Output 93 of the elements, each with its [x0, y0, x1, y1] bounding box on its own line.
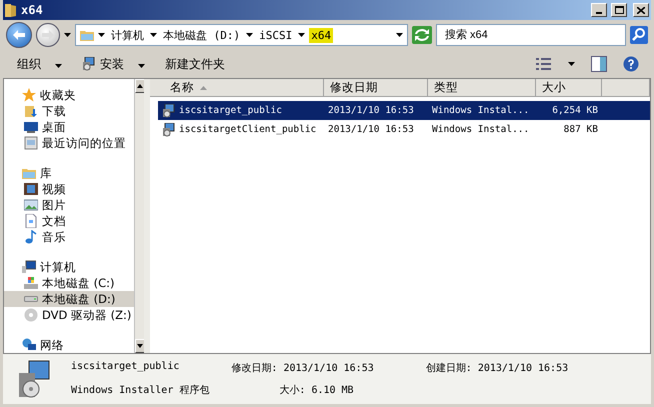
sidebar-item[interactable]: 库 [4, 165, 134, 181]
scrollbar[interactable] [134, 79, 144, 353]
folder-icon [22, 166, 36, 180]
installer-icon [17, 359, 51, 399]
install-button[interactable]: 安装 [80, 54, 147, 74]
caret-icon [246, 33, 254, 37]
document-icon [24, 214, 38, 228]
disc-icon [24, 308, 38, 322]
sidebar-item[interactable]: 下载 [4, 103, 134, 119]
modified-date: 修改日期: 2013/1/10 16:53 [231, 362, 374, 375]
help-icon[interactable] [623, 56, 639, 72]
film-icon [24, 182, 38, 196]
file-row[interactable]: iscsitargetClient_public 2013/1/10 16:53 Windows Instal... 887 KB [158, 120, 650, 139]
new-folder-button[interactable]: 新建文件夹 [163, 54, 227, 74]
table-cell: iscsitargetClient_public [158, 122, 324, 136]
sidebar-item[interactable]: 网络 [4, 337, 134, 353]
sort-arrow-icon [200, 86, 207, 90]
caret-icon [298, 33, 306, 37]
installer-icon [162, 122, 176, 136]
folder-icon [80, 28, 94, 42]
table-cell-text: Windows Instal... [431, 124, 530, 135]
breadcrumb[interactable]: 计算机 [109, 26, 146, 44]
sidebar-item[interactable]: 计算机 [4, 259, 134, 275]
up-arrow-icon [137, 84, 143, 88]
table-cell: iscsitarget_public [158, 104, 324, 118]
computer-icon [22, 260, 36, 274]
sidebar-item[interactable]: 收藏夹 [4, 87, 134, 103]
music-note-icon [24, 230, 38, 244]
breadcrumb[interactable]: 本地磁盘 (D:) [161, 26, 242, 44]
caret-icon [98, 33, 105, 37]
column-header [602, 79, 650, 97]
table-cell-text: Windows Instal... [431, 105, 530, 116]
column-header[interactable]: 类型 [428, 79, 536, 97]
minimize-button[interactable] [591, 3, 607, 17]
drive-icon [24, 276, 38, 290]
sidebar-item[interactable]: 桌面 [4, 119, 134, 135]
caret-icon [138, 64, 145, 68]
maximize-button[interactable] [611, 3, 627, 17]
caret-icon [55, 64, 62, 68]
caret-icon [150, 33, 157, 37]
scroll-down-button[interactable] [135, 339, 145, 353]
preview-pane-icon[interactable] [591, 56, 607, 72]
monitor-icon [24, 120, 38, 134]
window-title: x64 [21, 3, 43, 17]
search-icon[interactable] [630, 26, 648, 44]
star-icon [22, 88, 36, 102]
column-header[interactable]: 大小 [536, 79, 602, 97]
search-field[interactable]: 搜索 x64 [436, 24, 626, 46]
caret-icon [64, 33, 71, 37]
sidebar-item[interactable]: 最近访问的位置 [4, 135, 134, 151]
sidebar-item[interactable]: DVD 驱动器 (Z:) [4, 307, 134, 323]
download-folder-icon [24, 104, 38, 118]
back-button[interactable] [6, 22, 32, 48]
refresh-icon[interactable] [412, 26, 432, 44]
drive-icon [24, 296, 38, 302]
sidebar-item[interactable]: 本地磁盘 (C:) [4, 275, 134, 291]
recent-places-icon [24, 136, 38, 150]
column-header[interactable]: 名称 [150, 79, 324, 97]
installer-icon [162, 104, 176, 118]
table-cell-text: 887 KB [562, 124, 599, 135]
file-type: Windows Installer 程序包 [71, 384, 210, 397]
file-name: iscsitarget_public [71, 361, 180, 374]
column-header[interactable]: 修改日期 [324, 79, 428, 97]
caret-icon [568, 62, 575, 66]
sidebar-item[interactable]: 图片 [4, 197, 134, 213]
down-arrow-icon [137, 344, 143, 348]
sidebar-item[interactable]: 本地磁盘 (D:) [4, 291, 134, 307]
maximize-icon [614, 6, 624, 14]
sidebar-item[interactable]: 音乐 [4, 229, 134, 245]
back-arrow-icon [13, 30, 25, 40]
forward-button[interactable] [36, 23, 60, 47]
breadcrumb[interactable]: iSCSI [257, 28, 294, 42]
network-icon [22, 338, 36, 352]
image-icon [24, 198, 38, 212]
table-cell-text: 6,254 KB [551, 105, 599, 116]
table-cell-text: 2013/1/10 16:53 [327, 124, 415, 135]
installer-icon [82, 57, 96, 71]
sidebar-item[interactable]: 文档 [4, 213, 134, 229]
organize-button[interactable]: 组织 [15, 54, 64, 74]
close-icon [637, 6, 645, 14]
caret-icon [396, 33, 403, 37]
scroll-up-button[interactable] [135, 79, 145, 93]
sidebar-item[interactable]: 视频 [4, 181, 134, 197]
breadcrumb[interactable]: x64 [309, 28, 334, 42]
address-bar[interactable]: 计算机 本地磁盘 (D:) iSCSI x64 [75, 24, 408, 46]
view-options-icon[interactable] [536, 57, 552, 71]
folder-icon [5, 3, 17, 17]
created-date: 创建日期: 2013/1/10 16:53 [426, 362, 568, 375]
table-cell-text: 2013/1/10 16:53 [327, 105, 415, 116]
close-button[interactable] [633, 3, 649, 17]
file-row[interactable]: iscsitarget_public 2013/1/10 16:53 Windows Instal... 6,254 KB [158, 101, 650, 120]
forward-arrow-icon [42, 30, 54, 40]
file-size: 大小: 6.10 MB [278, 384, 355, 397]
